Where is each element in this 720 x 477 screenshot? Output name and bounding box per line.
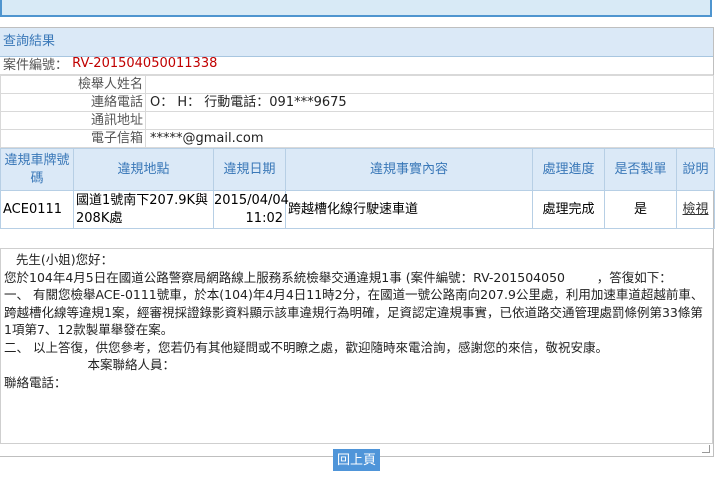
- reporter-name-value: [145, 75, 714, 94]
- col-date: 違規日期: [213, 148, 286, 191]
- reporter-phone-value: O： H： 行動電話：091***9675: [145, 93, 714, 112]
- table-row: ACE0111 國道1號南下207.9K與208K處 2015/04/04 11…: [0, 190, 715, 229]
- top-panel-border: [0, 0, 712, 17]
- status-cell: 處理完成: [532, 190, 605, 229]
- case-number-label: 案件編號：: [3, 58, 69, 73]
- location-cell: 國道1號南下207.9K與208K處: [73, 190, 214, 229]
- reporter-address-row: 通訊地址: [0, 111, 714, 130]
- reporter-name-label: 檢舉人姓名: [0, 75, 146, 94]
- case-number-row: 案件編號： RV-201504050011338: [0, 57, 713, 75]
- col-location: 違規地點: [73, 148, 214, 191]
- violations-table: 違規車牌號碼 違規地點 違規日期 違規事實內容 處理進度 是否製單 說明 ACE…: [0, 148, 715, 229]
- view-detail-link[interactable]: 檢視: [682, 202, 708, 217]
- reporter-email-row: 電子信箱 *****@gmail.com: [0, 129, 714, 148]
- query-result-panel: 查詢結果 案件編號： RV-201504050011338 檢舉人姓名 連絡電話…: [0, 27, 715, 471]
- col-plate: 違規車牌號碼: [0, 148, 74, 191]
- col-status: 處理進度: [532, 148, 605, 191]
- reporter-phone-row: 連絡電話 O： H： 行動電話：091***9675: [0, 93, 714, 112]
- col-fact: 違規事實內容: [285, 148, 533, 191]
- case-number-value: RV-201504050011338: [72, 57, 218, 71]
- time-value: 11:02: [245, 210, 283, 226]
- reporter-email-value: *****@gmail.com: [145, 129, 714, 148]
- back-button[interactable]: 回上頁: [332, 449, 380, 471]
- ticketed-cell: 是: [604, 190, 677, 229]
- reporter-name-row: 檢舉人姓名: [0, 75, 714, 94]
- back-button-bar: 回上頁: [0, 445, 713, 472]
- violations-header-row: 違規車牌號碼 違規地點 違規日期 違規事實內容 處理進度 是否製單 說明: [0, 148, 715, 191]
- reporter-email-label: 電子信箱: [0, 129, 146, 148]
- detail-cell: 檢視: [676, 190, 715, 229]
- col-detail: 說明: [676, 148, 715, 191]
- reporter-address-label: 通訊地址: [0, 111, 146, 130]
- fact-cell: 跨越槽化線行駛速車道: [285, 190, 533, 229]
- reporter-address-value: [145, 111, 714, 130]
- plate-cell: ACE0111: [0, 190, 74, 229]
- result-header: 查詢結果: [0, 28, 713, 57]
- date-value: 2015/04/04: [214, 192, 289, 208]
- reporter-phone-label: 連絡電話: [0, 93, 146, 112]
- col-ticketed: 是否製單: [604, 148, 677, 191]
- reply-textarea[interactable]: 先生(小姐)您好： 您於104年4月5日在國道公路警察局網路線上服務系統檢舉交通…: [0, 248, 713, 444]
- date-cell: 2015/04/04 11:02: [213, 190, 289, 229]
- reporter-info-table: 檢舉人姓名 連絡電話 O： H： 行動電話：091***9675 通訊地址 電子…: [0, 75, 714, 148]
